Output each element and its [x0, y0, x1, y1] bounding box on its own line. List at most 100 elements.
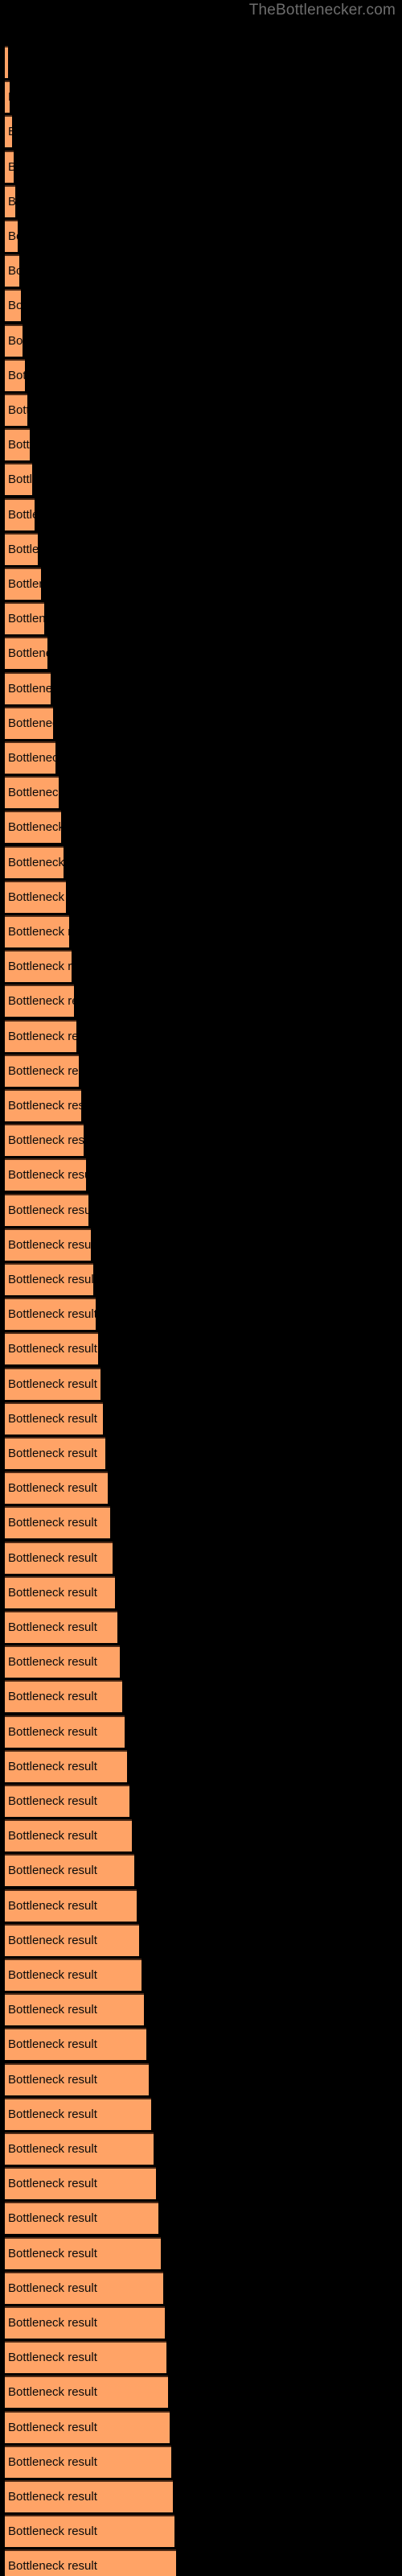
bar-row: Bottleneck result: [5, 428, 30, 461]
bar[interactable]: Bottleneck result: [5, 1923, 139, 1956]
bar[interactable]: Bottleneck result: [5, 1575, 115, 1608]
bar-row: Bottleneck result: [5, 2028, 146, 2061]
bar[interactable]: Bottleneck result: [5, 150, 14, 183]
bar-label: Bottleneck result: [5, 152, 14, 183]
bar[interactable]: Bottleneck result: [5, 115, 12, 148]
bar-row: Bottleneck result: [5, 776, 59, 809]
bar[interactable]: Bottleneck result: [5, 1367, 100, 1400]
bar[interactable]: Bottleneck result: [5, 1680, 122, 1713]
bar-label: Bottleneck result: [8, 2107, 97, 2121]
bar[interactable]: Bottleneck result: [5, 880, 66, 913]
bar[interactable]: Bottleneck result: [5, 776, 59, 809]
bar[interactable]: Bottleneck result: [5, 497, 35, 530]
bar[interactable]: Bottleneck result: [5, 706, 53, 739]
bar[interactable]: Bottleneck result: [5, 1715, 125, 1748]
bar-row: Bottleneck result: [5, 254, 19, 287]
bar[interactable]: Bottleneck result: [5, 2167, 156, 2200]
bar[interactable]: Bottleneck result: [5, 568, 41, 600]
bar-label: Bottleneck result: [8, 1377, 97, 1391]
bar[interactable]: Bottleneck result: [5, 1158, 86, 1191]
bar-row: Bottleneck result: [5, 2445, 171, 2478]
bar[interactable]: Bottleneck result: [5, 1089, 81, 1121]
bar[interactable]: Bottleneck result: [5, 2341, 166, 2374]
bar[interactable]: Bottleneck result: [5, 394, 27, 426]
bar[interactable]: Bottleneck result: [5, 2236, 161, 2269]
bar-row: Bottleneck result: [5, 2306, 165, 2339]
bar[interactable]: Bottleneck result: [5, 985, 74, 1018]
bar[interactable]: Bottleneck result: [5, 741, 55, 774]
bar[interactable]: Bottleneck result: [5, 1541, 113, 1574]
bar-label: Bottleneck result: [8, 577, 41, 591]
bar-row: Bottleneck result: [5, 184, 15, 217]
bar[interactable]: Bottleneck result: [5, 2445, 171, 2478]
bar[interactable]: Bottleneck result: [5, 1054, 79, 1087]
bar[interactable]: Bottleneck result: [5, 2097, 151, 2130]
bar[interactable]: Bottleneck result: [5, 463, 32, 496]
bar[interactable]: Bottleneck result: [5, 2062, 149, 2095]
bar[interactable]: Bottleneck result: [5, 1019, 76, 1052]
bar[interactable]: Bottleneck result: [5, 1332, 98, 1365]
bar[interactable]: Bottleneck result: [5, 1298, 96, 1331]
bar[interactable]: Bottleneck result: [5, 1785, 129, 1817]
bar[interactable]: Bottleneck result: [5, 1645, 120, 1678]
bar[interactable]: Bottleneck result: [5, 2480, 173, 2512]
bar[interactable]: Bottleneck result: [5, 915, 69, 947]
bar[interactable]: Bottleneck result: [5, 845, 64, 878]
bar-row: Bottleneck result: [5, 1158, 86, 1191]
bar-row: Bottleneck result: [5, 394, 27, 426]
bar[interactable]: Bottleneck result: [5, 1506, 110, 1539]
bar[interactable]: Bottleneck result: [5, 950, 72, 983]
bar[interactable]: Bottleneck result: [5, 1437, 105, 1469]
bar[interactable]: Bottleneck result: [5, 1611, 117, 1643]
bar[interactable]: Bottleneck result: [5, 1959, 142, 1991]
bar[interactable]: Bottleneck result: [5, 1228, 91, 1261]
bar[interactable]: Bottleneck result: [5, 46, 8, 78]
bar[interactable]: Bottleneck result: [5, 1749, 127, 1782]
bar[interactable]: Bottleneck result: [5, 1854, 134, 1887]
bar[interactable]: Bottleneck result: [5, 324, 23, 357]
bar[interactable]: Bottleneck result: [5, 1819, 132, 1852]
bar-label: Bottleneck result: [8, 2037, 97, 2052]
bar[interactable]: Bottleneck result: [5, 602, 44, 635]
bar[interactable]: Bottleneck result: [5, 2306, 165, 2339]
bar-label: Bottleneck result: [8, 855, 64, 869]
bar-row: Bottleneck result: [5, 568, 41, 600]
bar-label: Bottleneck result: [8, 820, 61, 835]
bar-row: Bottleneck result: [5, 1993, 144, 2026]
bar[interactable]: Bottleneck result: [5, 2376, 168, 2409]
bar[interactable]: Bottleneck result: [5, 1124, 84, 1157]
bar-row: Bottleneck result: [5, 1193, 88, 1226]
bar[interactable]: Bottleneck result: [5, 671, 51, 704]
bar-label: Bottleneck result: [8, 2420, 97, 2434]
bar[interactable]: Bottleneck result: [5, 1889, 137, 1922]
bar-row: Bottleneck result: [5, 220, 18, 252]
bar[interactable]: Bottleneck result: [5, 811, 61, 844]
bar[interactable]: Bottleneck result: [5, 254, 19, 287]
bar[interactable]: Bottleneck result: [5, 1993, 144, 2026]
bar[interactable]: Bottleneck result: [5, 2515, 174, 2548]
bar-row: Bottleneck result: [5, 1019, 76, 1052]
bar[interactable]: Bottleneck result: [5, 2549, 176, 2576]
bar[interactable]: Bottleneck result: [5, 428, 30, 461]
bar[interactable]: Bottleneck result: [5, 80, 10, 114]
bar-row: Bottleneck result: [5, 1367, 100, 1400]
bar[interactable]: Bottleneck result: [5, 289, 21, 322]
bar[interactable]: Bottleneck result: [5, 2202, 158, 2235]
bar-row: Bottleneck result: [5, 497, 35, 530]
bar[interactable]: Bottleneck result: [5, 532, 38, 565]
bar[interactable]: Bottleneck result: [5, 1193, 88, 1226]
bar[interactable]: Bottleneck result: [5, 2132, 154, 2165]
bar-label: Bottleneck result: [8, 2177, 97, 2191]
bar[interactable]: Bottleneck result: [5, 2028, 146, 2061]
bar[interactable]: Bottleneck result: [5, 637, 47, 670]
bar[interactable]: Bottleneck result: [5, 2271, 163, 2304]
bar[interactable]: Bottleneck result: [5, 2410, 170, 2443]
bar-label: Bottleneck result: [8, 333, 23, 348]
bar[interactable]: Bottleneck result: [5, 184, 15, 217]
bar[interactable]: Bottleneck result: [5, 1402, 103, 1435]
bar[interactable]: Bottleneck result: [5, 358, 25, 391]
bar[interactable]: Bottleneck result: [5, 1472, 108, 1505]
bar[interactable]: Bottleneck result: [5, 220, 18, 252]
bar[interactable]: Bottleneck result: [5, 1263, 93, 1295]
bar-label: Bottleneck result: [8, 1099, 81, 1113]
